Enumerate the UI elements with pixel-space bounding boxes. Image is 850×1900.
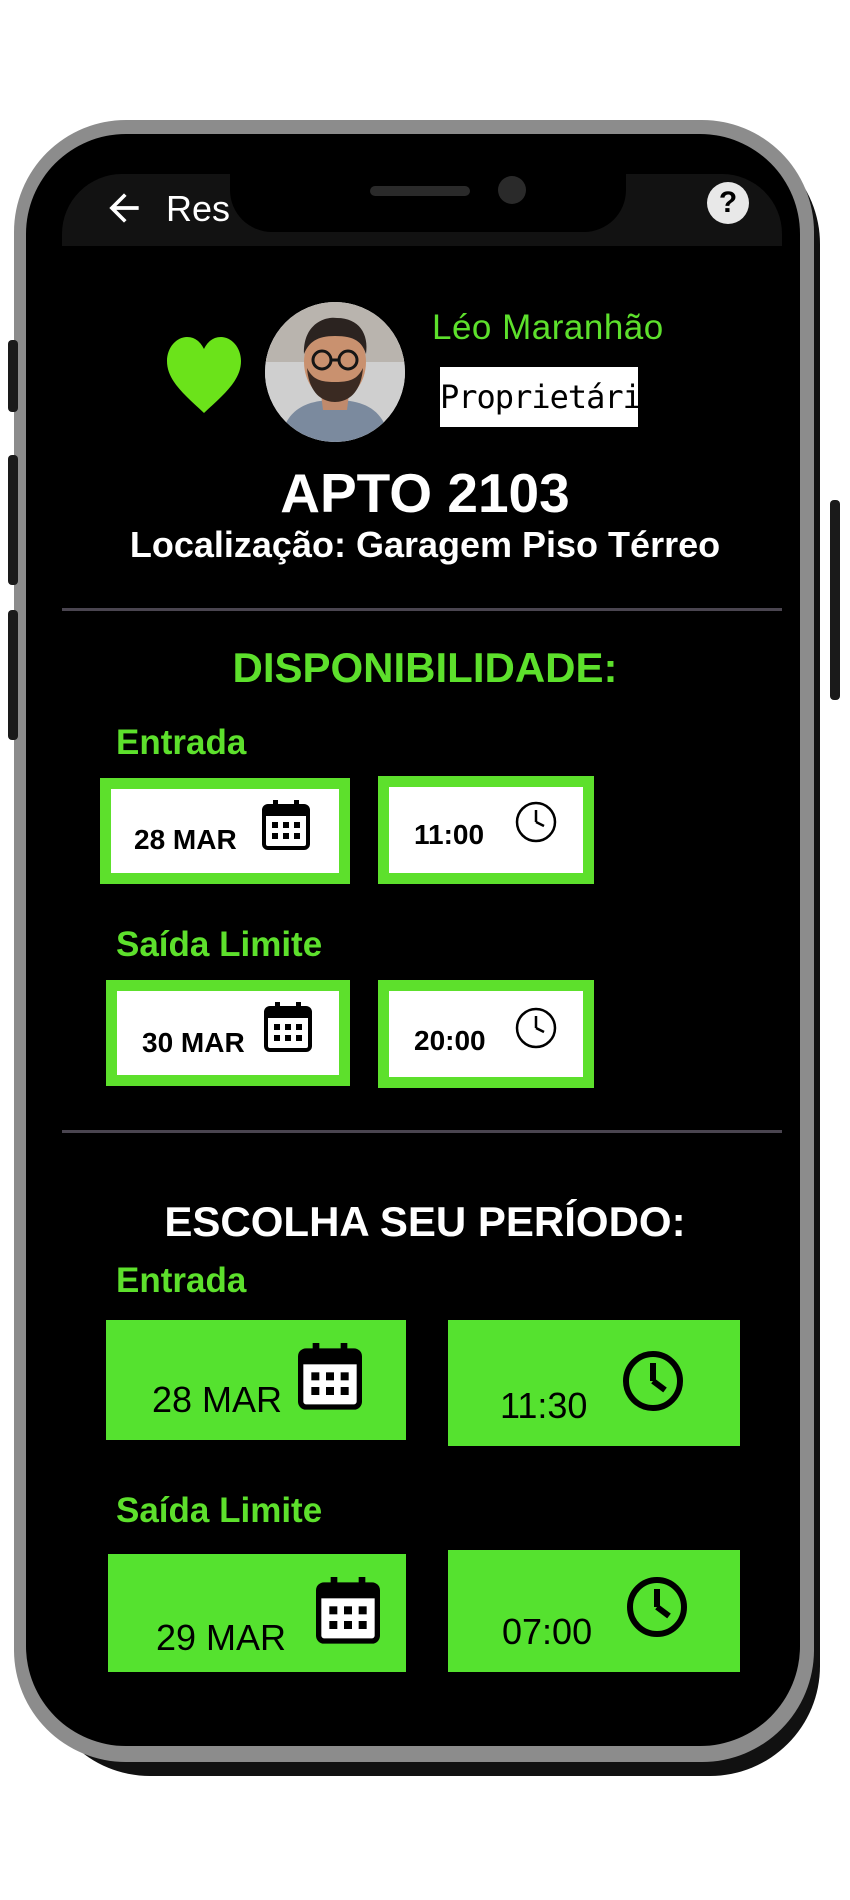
choose-exit-date-button[interactable]: 29 MAR	[108, 1554, 406, 1672]
choose-exit-date-value: 29 MAR	[156, 1617, 287, 1658]
choose-exit-time-button[interactable]: 07:00	[448, 1550, 740, 1672]
choose-exit-label: Saída Limite	[116, 1491, 323, 1530]
divider	[62, 1130, 782, 1133]
availability-exit-time: 20:00	[378, 980, 594, 1088]
choose-entry-date-value: 28 MAR	[152, 1379, 283, 1420]
heart-icon[interactable]	[165, 335, 243, 415]
avatar	[265, 302, 405, 442]
page-title: Res	[166, 188, 231, 229]
choose-entry-time-button[interactable]: 11:30	[448, 1320, 740, 1446]
mute-switch	[8, 340, 18, 412]
calendar-icon	[262, 800, 310, 850]
role-badge: Proprietário	[438, 365, 660, 429]
speaker	[370, 186, 470, 196]
availability-exit-time-value: 20:00	[414, 1025, 486, 1056]
choose-entry-time-value: 11:30	[500, 1385, 588, 1426]
availability-entry-time: 11:00	[378, 776, 594, 884]
availability-entry-label: Entrada	[116, 723, 247, 762]
choose-period-title: ESCOLHA SEU PERÍODO:	[164, 1198, 686, 1245]
calendar-icon	[298, 1343, 362, 1410]
choose-entry-label: Entrada	[116, 1261, 247, 1300]
availability-exit-label: Saída Limite	[116, 925, 323, 964]
apartment-title: APTO 2103	[280, 462, 570, 524]
choose-exit-time-value: 07:00	[502, 1611, 593, 1652]
choose-entry-date-button[interactable]: 28 MAR	[106, 1320, 406, 1440]
arrow-left-icon[interactable]	[102, 186, 146, 230]
availability-title: DISPONIBILIDADE:	[232, 644, 618, 691]
availability-exit-date-value: 30 MAR	[142, 1027, 245, 1058]
notch	[230, 140, 626, 232]
front-camera	[498, 176, 526, 204]
clock-icon	[515, 1007, 557, 1049]
clock-icon	[627, 1577, 687, 1637]
availability-exit-date: 30 MAR	[106, 980, 350, 1086]
availability-entry-date-value: 28 MAR	[134, 824, 237, 855]
owner-name: Léo Maranhão	[432, 308, 664, 347]
divider	[62, 608, 782, 611]
calendar-icon	[316, 1577, 380, 1644]
clock-icon	[623, 1351, 683, 1411]
availability-entry-date: 28 MAR	[100, 778, 350, 884]
location-text: Localização: Garagem Piso Térreo	[129, 524, 721, 565]
clock-icon	[515, 801, 557, 843]
calendar-icon	[264, 1002, 312, 1052]
help-icon[interactable]: ?	[707, 182, 749, 224]
availability-entry-time-value: 11:00	[414, 819, 485, 850]
